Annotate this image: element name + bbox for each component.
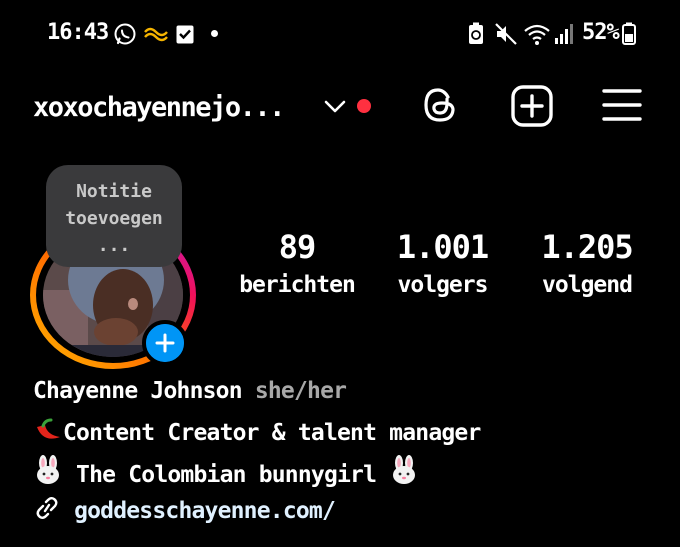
notification-dot	[211, 30, 218, 37]
add-story-plus-icon[interactable]	[142, 320, 188, 366]
add-note-text[interactable]: Notitie toevoegen ...	[46, 178, 182, 259]
following-value: 1.205	[541, 228, 633, 266]
following-label: volgend	[542, 272, 633, 298]
sync-icon	[144, 27, 168, 42]
battery-saver-icon	[469, 22, 483, 44]
add-note-line-1: Notitie	[76, 181, 152, 202]
bio-link[interactable]: goddesschayenne.com/	[74, 498, 336, 524]
profile-name-row: Chayenne Johnson she/her	[33, 378, 347, 404]
account-switcher-username[interactable]: xoxochayennejo...	[33, 92, 285, 123]
bio-line-2: The Colombian bunnygirl	[33, 455, 419, 488]
add-note-line-3: ...	[97, 235, 131, 256]
wifi-icon	[524, 24, 550, 45]
rabbit-face-icon	[37, 455, 59, 484]
bio-line-1-text: Content Creator & talent manager	[63, 420, 481, 446]
clipboard-check-icon	[176, 25, 194, 44]
whatsapp-icon	[114, 23, 136, 45]
bio-line-2-text: The Colombian bunnygirl	[63, 462, 390, 488]
battery-icon	[622, 22, 636, 45]
posts-label: berichten	[239, 272, 356, 298]
add-note-line-2: toevoegen	[65, 208, 163, 229]
create-post-icon[interactable]	[509, 83, 555, 129]
posts-count[interactable]: 89 berichten	[222, 228, 372, 298]
status-time: 16:43	[47, 20, 109, 45]
signal-icon	[555, 24, 573, 44]
notification-badge	[357, 99, 371, 113]
followers-label: volgers	[397, 272, 489, 298]
profile-name: Chayenne Johnson	[33, 378, 243, 404]
threads-icon[interactable]	[418, 83, 462, 127]
mute-icon	[495, 23, 517, 45]
followers-count[interactable]: 1.001 volgers	[370, 228, 515, 298]
status-bar: 16:43 52%	[0, 0, 680, 68]
chili-pepper-icon	[37, 418, 60, 439]
followers-value: 1.001	[396, 228, 489, 266]
battery-percent: 52%	[582, 20, 620, 45]
rabbit-face-icon	[393, 455, 416, 484]
chevron-down-icon[interactable]	[322, 96, 348, 116]
link-icon	[36, 497, 58, 519]
bio-link-row[interactable]: goddesschayenne.com/	[33, 495, 336, 524]
profile-header: xoxochayennejo...	[0, 78, 680, 138]
menu-icon[interactable]	[600, 83, 644, 127]
bio-line-1: Content Creator & talent manager	[33, 417, 481, 446]
following-count[interactable]: 1.205 volgend	[514, 228, 660, 298]
posts-value: 89	[278, 228, 317, 266]
profile-pronouns: she/her	[254, 378, 347, 404]
